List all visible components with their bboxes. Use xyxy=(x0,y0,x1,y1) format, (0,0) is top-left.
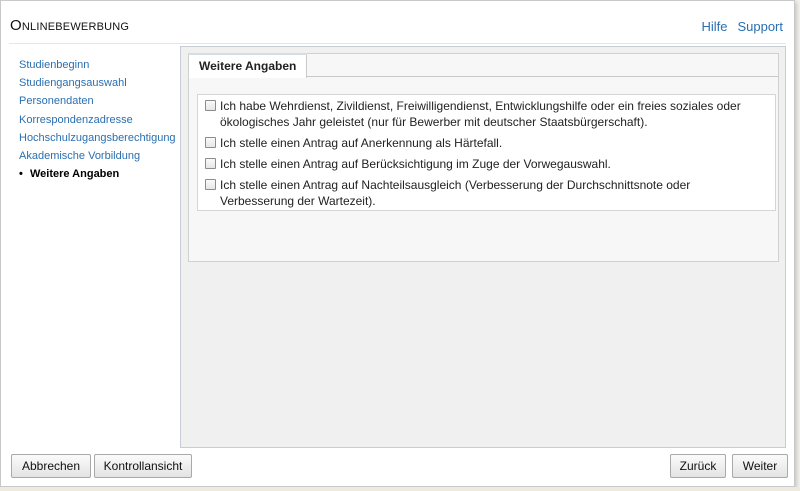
vorwegauswahl-checkbox[interactable] xyxy=(205,158,216,169)
application-window: Onlinebewerbung Hilfe Support Studienbeg… xyxy=(0,0,795,487)
sidebar-item-label[interactable]: Studiengangsauswahl xyxy=(19,77,127,89)
back-button[interactable]: Zurück xyxy=(670,454,726,478)
sidebar-item-label[interactable]: Hochschulzugangsberechtigung xyxy=(19,132,176,144)
background-strip xyxy=(0,487,800,491)
review-button[interactable]: Kontrollansicht xyxy=(94,454,192,478)
sidebar-item-akademische-vorbildung[interactable]: Akademische Vorbildung xyxy=(19,147,179,165)
checkbox-label: Ich habe Wehrdienst, Zivildienst, Freiwi… xyxy=(220,99,741,129)
active-bullet-icon: • xyxy=(19,168,23,181)
checkbox-label: Ich stelle einen Antrag auf Berücksichti… xyxy=(220,157,611,171)
help-link[interactable]: Hilfe xyxy=(701,19,727,34)
tab-container: Weitere Angaben Ich habe Wehrdienst, Ziv… xyxy=(188,53,779,262)
sidebar-item-hochschulzugangsberechtigung[interactable]: Hochschulzugangsberechtigung xyxy=(19,129,179,147)
wehrdienst-checkbox[interactable] xyxy=(205,100,216,111)
sidebar-item-korrespondenzadresse[interactable]: Korrespondenzadresse xyxy=(19,111,179,129)
sidebar-item-weitere-angaben: • Weitere Angaben xyxy=(19,165,179,183)
sidebar-item-label[interactable]: Akademische Vorbildung xyxy=(19,150,140,162)
title-divider xyxy=(9,43,786,44)
checkbox-row-nachteilsausgleich[interactable]: Ich stelle einen Antrag auf Nachteilsaus… xyxy=(205,177,767,209)
app-title: Onlinebewerbung xyxy=(10,17,130,34)
next-button[interactable]: Weiter xyxy=(732,454,788,478)
checkbox-row-wehrdienst[interactable]: Ich habe Wehrdienst, Zivildienst, Freiwi… xyxy=(205,98,767,130)
sidebar-item-label[interactable]: Personendaten xyxy=(19,95,94,107)
sidebar-item-studienbeginn[interactable]: Studienbeginn xyxy=(19,56,179,74)
checkbox-row-haertefall[interactable]: Ich stelle einen Antrag auf Anerkennung … xyxy=(205,135,767,151)
support-link[interactable]: Support xyxy=(737,19,783,34)
sidebar-item-studiengangsauswahl[interactable]: Studiengangsauswahl xyxy=(19,74,179,92)
sidebar-item-label[interactable]: Korrespondenzadresse xyxy=(19,114,133,126)
checkbox-label: Ich stelle einen Antrag auf Anerkennung … xyxy=(220,136,503,150)
sidebar-item-label[interactable]: Studienbeginn xyxy=(19,59,89,71)
main-content-panel: Weitere Angaben Ich habe Wehrdienst, Ziv… xyxy=(180,46,786,448)
checkbox-group: Ich habe Wehrdienst, Zivildienst, Freiwi… xyxy=(197,94,776,211)
top-links: Hilfe Support xyxy=(701,19,783,34)
tab-weitere-angaben[interactable]: Weitere Angaben xyxy=(188,53,307,78)
nachteilsausgleich-checkbox[interactable] xyxy=(205,179,216,190)
checkbox-row-vorwegauswahl[interactable]: Ich stelle einen Antrag auf Berücksichti… xyxy=(205,156,767,172)
checkbox-label: Ich stelle einen Antrag auf Nachteilsaus… xyxy=(220,178,691,208)
sidebar-navigation: Studienbeginn Studiengangsauswahl Person… xyxy=(19,56,179,183)
haertefall-checkbox[interactable] xyxy=(205,137,216,148)
tab-strip: Weitere Angaben xyxy=(188,53,778,78)
sidebar-item-personendaten[interactable]: Personendaten xyxy=(19,92,179,110)
cancel-button[interactable]: Abbrechen xyxy=(11,454,91,478)
sidebar-item-label: Weitere Angaben xyxy=(30,168,120,181)
